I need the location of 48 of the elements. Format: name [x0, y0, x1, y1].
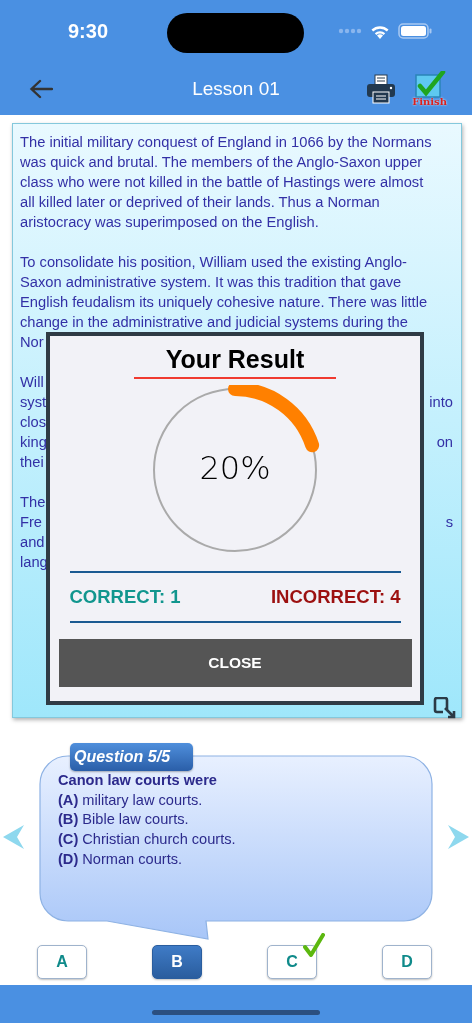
- passage-text: king: [20, 433, 47, 452]
- incorrect-count: INCORRECT: 4: [271, 585, 401, 609]
- back-button[interactable]: [29, 78, 53, 99]
- answer-option: (A) military law courts.: [58, 790, 236, 811]
- answer-button[interactable]: C: [267, 945, 317, 979]
- signal-icon: [338, 28, 362, 34]
- passage-text: on: [436, 433, 453, 452]
- passage-text: and: [20, 533, 45, 552]
- question-number: Question 5/5: [70, 743, 193, 771]
- passage-text: Saxon administrative system. It was this tradition that gave: [20, 273, 402, 292]
- close-button[interactable]: CLOSE: [58, 639, 412, 687]
- screen-title: Lesson 01: [192, 77, 280, 99]
- passage-text: The: [20, 493, 46, 512]
- checkmark-icon: [413, 70, 446, 99]
- score-percent: 20%: [199, 449, 271, 487]
- back-arrow-icon: [29, 78, 53, 99]
- answer-button[interactable]: D: [382, 945, 432, 979]
- passage-text: aristocracy was superimposed on the English.: [20, 213, 319, 232]
- clock-time: 9:30: [68, 19, 110, 43]
- passage-text: s: [445, 513, 453, 532]
- passage-text: To consolidate his position, William used the existing Anglo-: [20, 253, 407, 272]
- resize-icon[interactable]: [433, 697, 457, 719]
- passage-text: class who were not killed in the battle of Hastings were almost: [20, 173, 424, 192]
- answer-button[interactable]: B: [152, 945, 202, 979]
- checkmark-icon: [303, 933, 325, 957]
- passage-text: change in the administrative and judicial systems during the: [20, 313, 408, 332]
- correct-count: CORRECT: 1: [69, 585, 181, 609]
- passage-text: clos: [20, 413, 47, 432]
- answer-option: (C) Christian church courts.: [58, 830, 236, 850]
- passage-text: syst: [20, 393, 47, 412]
- dialog-title: Your Result: [165, 344, 305, 374]
- passage-text: into: [429, 393, 453, 412]
- print-button[interactable]: [366, 73, 397, 104]
- passage-text: Fre: [20, 513, 43, 532]
- passage-text: The initial military conquest of England in 1066 by the Normans: [20, 133, 432, 152]
- passage-text: was quick and brutal. The members of the Anglo-Saxon upper: [20, 153, 423, 172]
- battery-icon: [398, 23, 432, 39]
- passage-text: Nor: [20, 333, 44, 352]
- answer-option: (B) Bible law courts.: [58, 810, 236, 831]
- printer-icon: [366, 73, 397, 104]
- passage-text: English feudalism its uniquely cohesive nature. There was little: [20, 293, 428, 312]
- question-text: Canon law courts were: [58, 771, 218, 790]
- wifi-icon: [370, 23, 390, 39]
- passage-text: thei: [20, 453, 44, 472]
- answer-button[interactable]: A: [37, 945, 87, 979]
- passage-text: Will: [20, 373, 44, 392]
- answer-option: (D) Norman courts.: [58, 849, 236, 870]
- passage-text: all killed later or deprived of their lands. Thus a Norman: [20, 193, 380, 212]
